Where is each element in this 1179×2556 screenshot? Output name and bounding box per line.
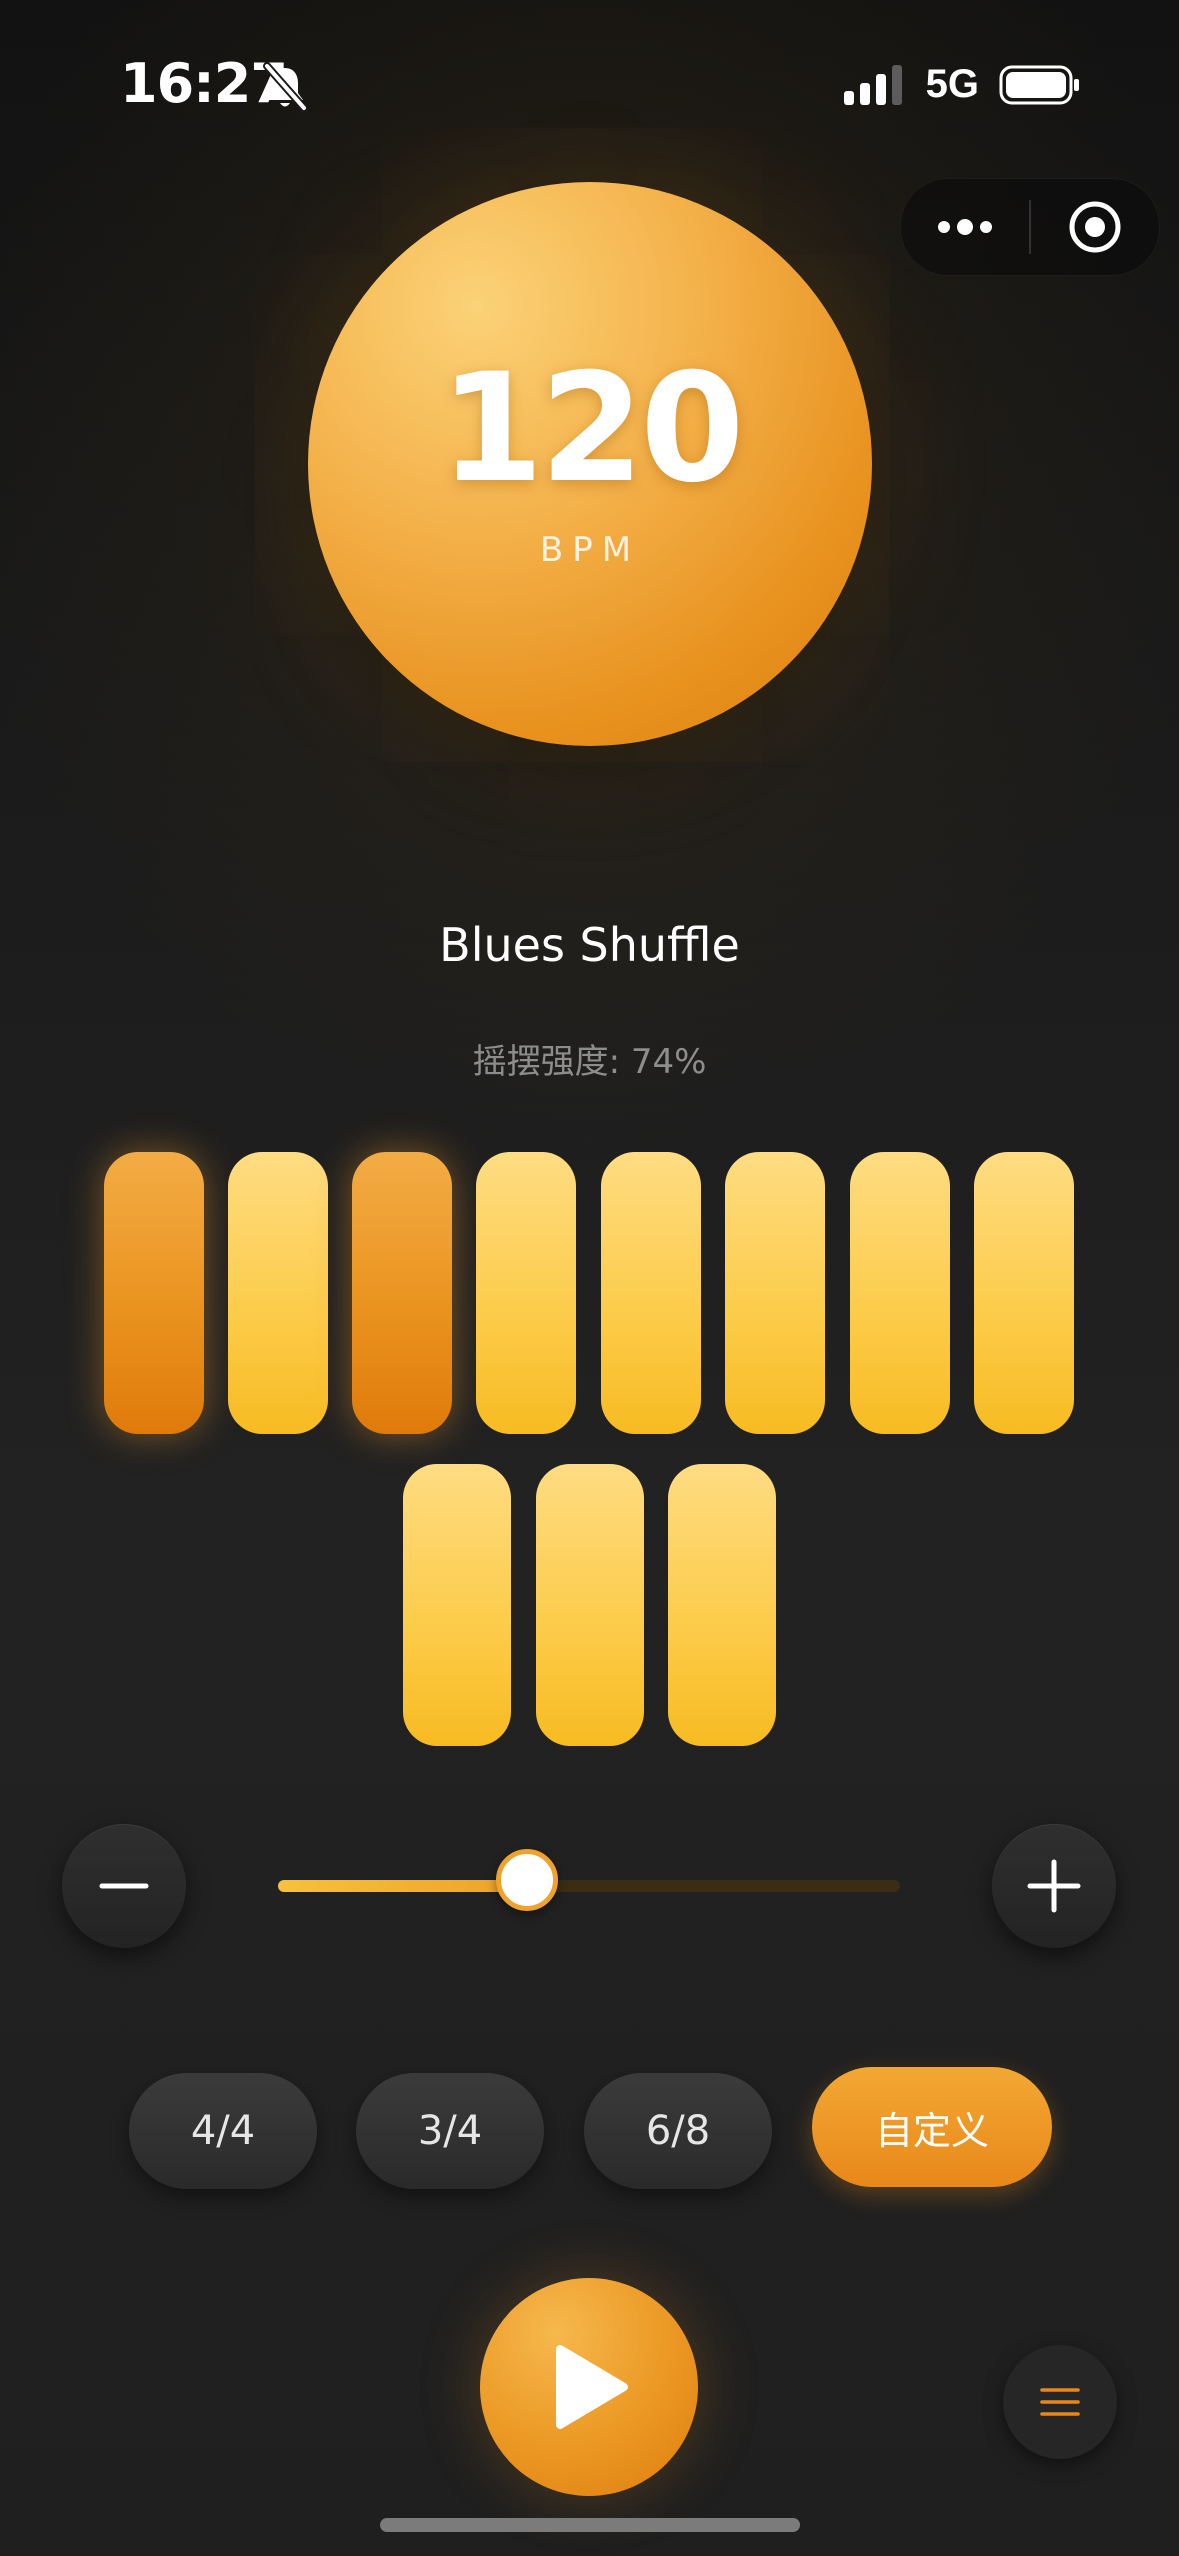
capsule-menu bbox=[900, 178, 1160, 276]
beat-10[interactable] bbox=[536, 1464, 644, 1746]
beat-9[interactable] bbox=[403, 1464, 511, 1746]
play-icon bbox=[556, 2345, 628, 2429]
beat-11[interactable] bbox=[668, 1464, 776, 1746]
time-signature-custom[interactable]: 自定义 bbox=[812, 2067, 1052, 2187]
beat-6[interactable] bbox=[725, 1152, 825, 1434]
home-indicator bbox=[380, 2518, 800, 2532]
metronome-screen: 16:27 5G 120 BPM Blues Shuffle 摇摆强度: 74%… bbox=[0, 0, 1179, 2556]
swing-intensity: 摇摆强度: 74% bbox=[472, 1042, 707, 1082]
time-signature-4-4[interactable]: 4/4 bbox=[129, 2073, 317, 2189]
beat-2[interactable] bbox=[228, 1152, 328, 1434]
target-close-icon bbox=[1069, 201, 1121, 253]
increase-tempo-button[interactable] bbox=[992, 1824, 1116, 1948]
plus-icon bbox=[1027, 1859, 1081, 1913]
bpm-value: 120 bbox=[439, 342, 744, 516]
signal-icon bbox=[843, 64, 902, 105]
bpm-unit: BPM bbox=[539, 530, 641, 570]
tempo-slider-fill bbox=[278, 1880, 527, 1892]
tempo-slider-thumb[interactable] bbox=[495, 1849, 558, 1911]
status-indicators: 5G bbox=[843, 62, 1081, 107]
hamburger-icon bbox=[1040, 2388, 1080, 2416]
decrease-tempo-button[interactable] bbox=[62, 1824, 186, 1948]
beat-7[interactable] bbox=[850, 1152, 950, 1434]
network-label: 5G bbox=[925, 62, 979, 106]
minus-icon bbox=[99, 1883, 149, 1889]
more-dots-icon bbox=[938, 219, 992, 235]
time-signature-3-4[interactable]: 3/4 bbox=[356, 2073, 544, 2189]
beat-4[interactable] bbox=[476, 1152, 576, 1434]
menu-button[interactable] bbox=[1003, 2345, 1117, 2459]
beat-5[interactable] bbox=[601, 1152, 701, 1434]
time-signature-6-8[interactable]: 6/8 bbox=[584, 2073, 772, 2189]
beat-8[interactable] bbox=[974, 1152, 1074, 1434]
close-button[interactable] bbox=[1031, 179, 1159, 275]
beat-3[interactable] bbox=[352, 1152, 452, 1434]
beat-1[interactable] bbox=[104, 1152, 204, 1434]
play-button[interactable] bbox=[480, 2278, 698, 2496]
bpm-display[interactable]: 120 BPM bbox=[308, 182, 872, 746]
pattern-name: Blues Shuffle bbox=[439, 918, 740, 972]
more-button[interactable] bbox=[901, 179, 1029, 275]
bell-slash-icon bbox=[263, 62, 308, 112]
tempo-slider[interactable] bbox=[278, 1849, 900, 1911]
battery-icon bbox=[999, 65, 1079, 104]
